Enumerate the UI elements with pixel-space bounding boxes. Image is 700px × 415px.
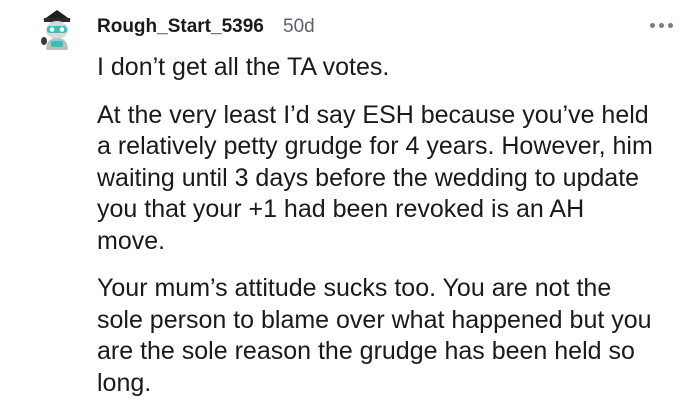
snoo-avatar-icon	[41, 10, 71, 50]
comment: Rough_Start_5396 50d I don’t get all the…	[0, 0, 700, 406]
comment-age: 50d	[283, 16, 315, 37]
comment-paragraph: Your mum’s attitude sucks too. You are n…	[97, 274, 652, 397]
ellipsis-icon	[649, 22, 655, 28]
comment-body: I don’t get all the TA votes. At the ver…	[97, 52, 657, 415]
ellipsis-icon	[658, 22, 664, 28]
ellipsis-icon	[667, 22, 673, 28]
username[interactable]: Rough_Start_5396	[97, 16, 264, 38]
more-options-button[interactable]	[645, 14, 677, 36]
comment-paragraph: At the very least I’d say ESH because yo…	[97, 100, 653, 255]
comment-paragraph: I don’t get all the TA votes.	[97, 53, 390, 81]
user-avatar[interactable]	[34, 6, 80, 52]
